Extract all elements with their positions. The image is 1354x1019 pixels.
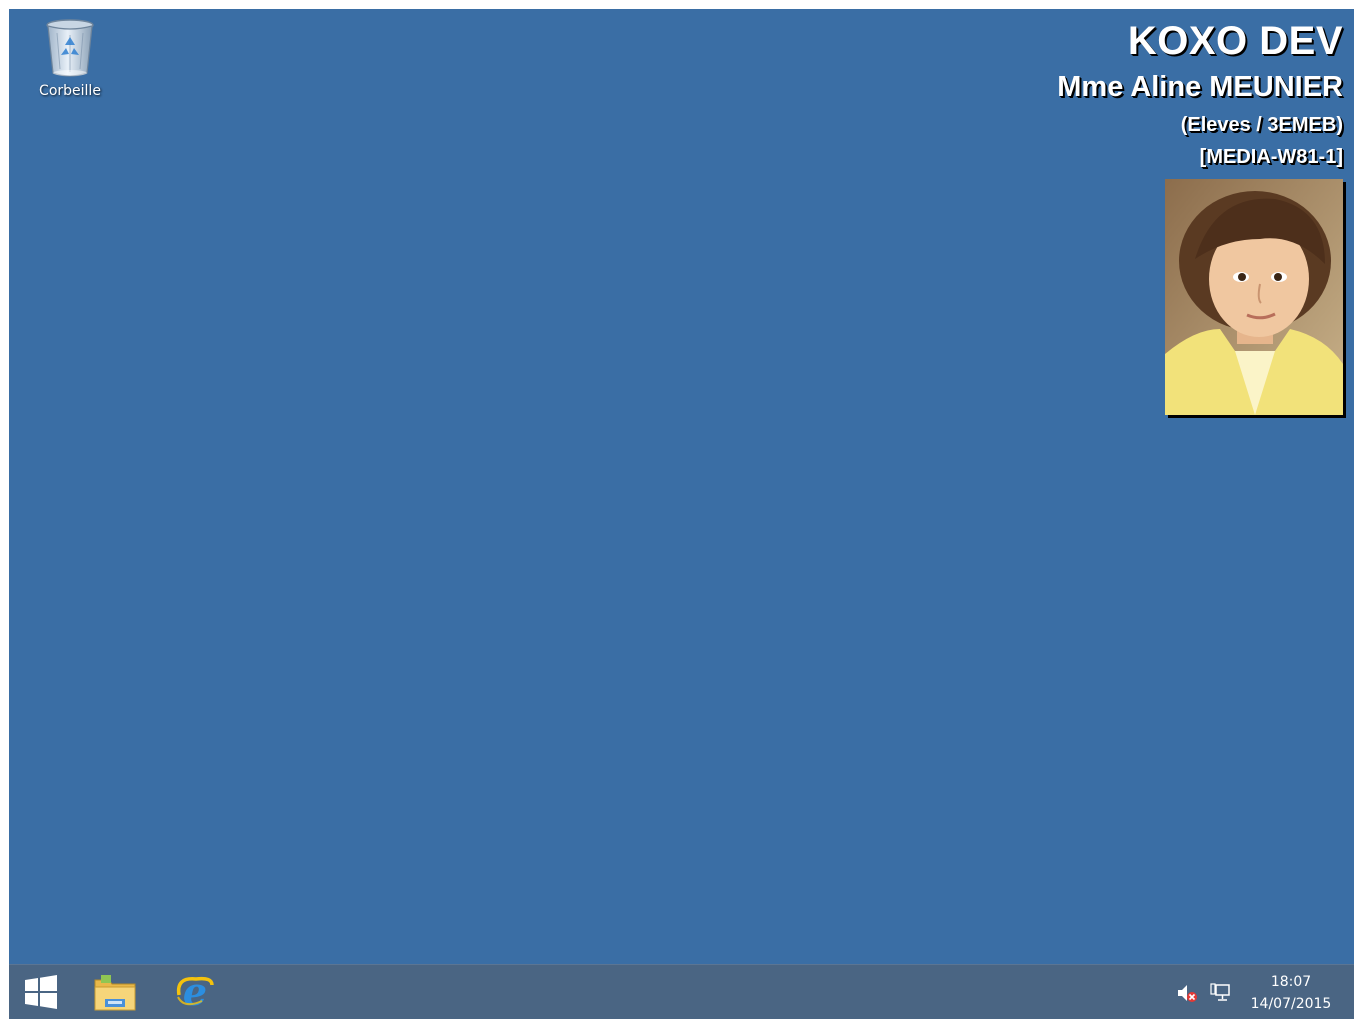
taskbar-clock[interactable]: 18:07 14/07/2015 <box>1246 971 1336 1015</box>
file-explorer-icon <box>94 975 136 1011</box>
clock-date: 14/07/2015 <box>1250 996 1332 1012</box>
speaker-muted-icon <box>1178 985 1197 1002</box>
user-photo <box>1165 179 1343 415</box>
taskbar-file-explorer[interactable] <box>93 970 137 1014</box>
tray-volume[interactable] <box>1176 982 1198 1004</box>
network-icon <box>1210 983 1230 1001</box>
clock-time: 18:07 <box>1270 974 1312 990</box>
desktop: Corbeille KOXO DEV Mme Aline MEUNIER (El… <box>9 9 1354 1019</box>
organization-name: KOXO DEV <box>1127 19 1343 63</box>
taskbar: e 18:07 14/07/2015 <box>9 964 1354 1019</box>
internet-explorer-icon: e <box>176 971 214 1013</box>
user-info-overlay: KOXO DEV Mme Aline MEUNIER (Eleves / 3EM… <box>1057 17 1343 171</box>
recycle-bin-label: Corbeille <box>39 83 101 99</box>
machine-name: [MEDIA-W81-1] <box>1199 146 1343 168</box>
desktop-icon-recycle-bin[interactable]: Corbeille <box>25 17 115 109</box>
taskbar-internet-explorer[interactable]: e <box>173 970 217 1014</box>
user-name: Mme Aline MEUNIER <box>1057 71 1343 103</box>
tray-network[interactable] <box>1209 982 1231 1004</box>
start-button[interactable] <box>19 970 63 1014</box>
windows-start-icon <box>25 975 57 1009</box>
user-group: (Eleves / 3EMEB) <box>1180 114 1343 136</box>
recycle-bin-icon <box>46 19 94 77</box>
